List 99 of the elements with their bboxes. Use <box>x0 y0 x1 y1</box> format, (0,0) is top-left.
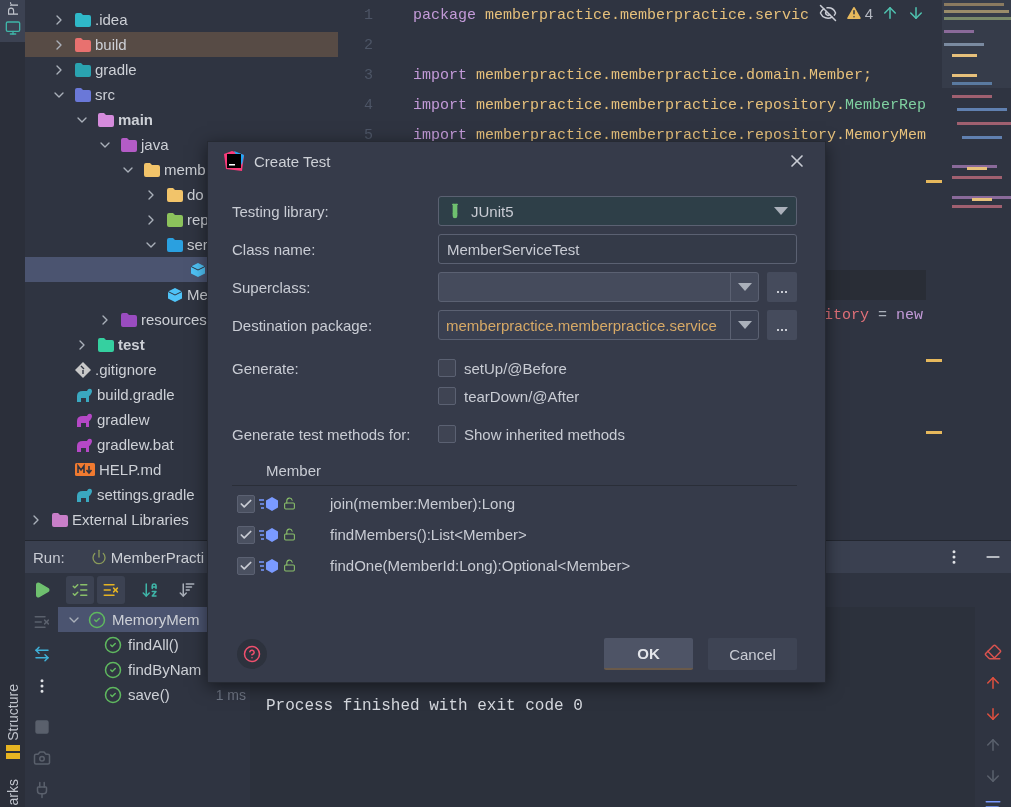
field-label: Superclass: <box>232 278 312 296</box>
eraser-icon[interactable] <box>984 643 1002 661</box>
folder-icon <box>121 312 137 327</box>
checkbox[interactable] <box>237 525 255 544</box>
folder-icon <box>167 237 183 252</box>
tree-item[interactable]: src <box>25 82 338 107</box>
folder-icon <box>121 137 137 152</box>
result-row[interactable]: save() 1 ms <box>58 682 250 707</box>
run-tab[interactable]: MemberPracti <box>90 548 205 566</box>
help-icon <box>243 644 261 664</box>
folder-icon <box>167 212 183 227</box>
lock-open-icon <box>283 559 296 572</box>
show-ignored-button[interactable] <box>97 576 125 604</box>
combo-field[interactable] <box>438 272 759 302</box>
warnings-counter[interactable]: 4 <box>844 4 873 22</box>
folder-icon <box>98 112 114 127</box>
code-line: package memberpractice.memberpractice.servic <box>413 6 810 24</box>
cube-icon <box>190 261 206 278</box>
checkbox[interactable] <box>237 556 255 575</box>
dropdown-value: JUnit5 <box>471 202 514 220</box>
app-logo-icon <box>224 151 244 171</box>
cube-icon <box>167 286 183 303</box>
checkbox-label[interactable]: tearDown/@After <box>464 387 580 405</box>
checkbox[interactable] <box>438 387 456 405</box>
folder-icon <box>144 162 160 177</box>
elephant-icon <box>75 412 93 427</box>
tree-item[interactable]: gradle <box>25 57 338 82</box>
tool-window-tab[interactable]: Pr <box>0 0 25 42</box>
method-name: findAll() <box>128 636 179 653</box>
markdown-icon <box>75 463 95 476</box>
dialog-button[interactable]: Cancel <box>708 638 797 670</box>
checkbox[interactable] <box>438 359 456 377</box>
field-label: Generate test methods for: <box>232 425 412 443</box>
checkbox[interactable] <box>438 425 456 443</box>
method-name: findByNam <box>128 661 202 678</box>
code-line: itory = new <box>824 306 925 324</box>
field-label: Class name: <box>232 240 317 258</box>
list-x-icon <box>102 581 120 599</box>
sort-icon <box>178 581 196 599</box>
dialog-button[interactable]: OK <box>604 638 693 670</box>
lock-open-icon <box>283 528 296 541</box>
method-icon <box>259 558 279 573</box>
tree-item[interactable]: build <box>25 32 338 57</box>
method-name: save() <box>128 686 170 703</box>
tree-item[interactable]: build.gradle <box>25 382 338 407</box>
arrow-down-icon[interactable] <box>907 4 925 22</box>
method-icon <box>259 527 279 542</box>
swap-arrows-icon[interactable] <box>32 645 51 663</box>
field-label: Generate: <box>232 360 300 377</box>
field-label: Destination package: <box>232 316 374 334</box>
folder-icon <box>75 12 91 27</box>
code-line: import memberpractice.memberpractice.repository.MemberRep <box>413 96 927 114</box>
method-name: MemoryMem <box>112 611 200 628</box>
dropdown-arrow-icon <box>737 321 752 329</box>
result-row[interactable]: findByNam <box>58 657 250 682</box>
method-signature: join(member:Member):Long <box>330 495 516 512</box>
code-line: import memberpractice.memberpractice.domain.Member; <box>413 66 873 84</box>
dropdown-arrow-icon <box>774 207 788 215</box>
input-field[interactable]: MemberServiceTest <box>438 234 797 264</box>
help-button[interactable] <box>237 639 267 669</box>
tree-item[interactable]: main <box>25 107 338 132</box>
column-header: Member <box>232 458 797 486</box>
folder-icon <box>75 37 91 52</box>
show-passed-button[interactable] <box>66 576 94 604</box>
eye-off-icon[interactable] <box>818 4 837 22</box>
folder-icon <box>75 62 91 77</box>
tool-window-tab[interactable]: Structure <box>0 683 25 779</box>
checkbox-label[interactable]: setUp/@Before <box>464 359 567 377</box>
tree-item[interactable]: .idea <box>25 7 338 32</box>
folder-icon <box>167 187 183 202</box>
combo-field[interactable]: memberpractice.memberpractice.service <box>438 310 759 340</box>
console-line: Process finished with exit code 0 <box>266 697 584 715</box>
sort-az-icon <box>141 581 159 599</box>
elephant-icon <box>75 437 93 452</box>
method-signature: findOne(MemberId:Long):Optional<Member> <box>330 557 631 574</box>
arrow-down-icon[interactable] <box>984 705 1002 723</box>
test-duration: 1 ms <box>215 686 247 703</box>
dropdown-arrow-icon <box>737 283 752 291</box>
checkbox-label[interactable]: Show inherited methods <box>464 425 625 443</box>
lock-open-icon <box>283 497 296 510</box>
checkbox[interactable] <box>237 494 255 513</box>
folder-icon <box>75 87 91 102</box>
run-label: Run: <box>33 548 65 566</box>
list-check-icon <box>71 581 89 599</box>
combo-value: memberpractice.memberpractice.service <box>446 316 717 334</box>
result-row[interactable]: findAll() <box>58 632 250 657</box>
elephant-icon <box>75 387 93 402</box>
method-icon <box>259 496 279 511</box>
structure-icon <box>5 744 20 759</box>
folder-icon <box>98 337 114 352</box>
diamond-icon <box>75 361 91 378</box>
tool-window-tab[interactable]: arks <box>0 778 25 807</box>
power-icon <box>90 549 107 565</box>
method-signature: findMembers():List<Member> <box>330 526 527 543</box>
code-line: import memberpractice.memberpractice.repository.MemoryMem <box>413 126 927 144</box>
folder-icon <box>52 512 68 527</box>
elephant-icon <box>75 487 93 502</box>
library-dropdown[interactable]: JUnit5 <box>438 196 797 226</box>
monitor-icon <box>4 20 21 36</box>
